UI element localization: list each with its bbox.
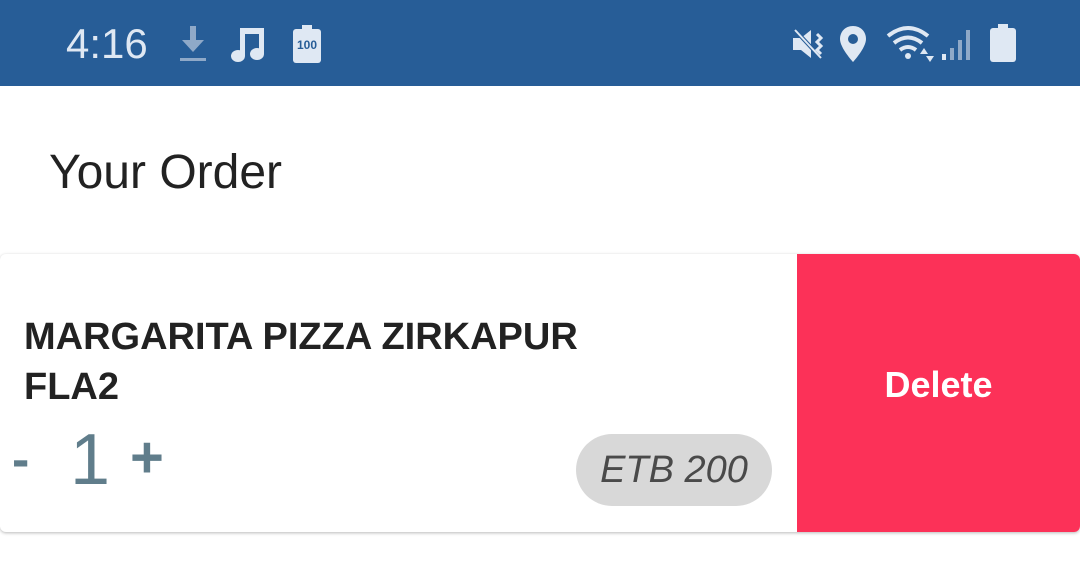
battery-icon [990, 24, 1016, 62]
item-name: MARGARITA PIZZA ZIRKAPUR FLA2 [24, 316, 578, 408]
delete-button[interactable]: Delete [797, 254, 1080, 532]
signal-icon [942, 30, 970, 60]
quantity-value: 1 [70, 420, 111, 500]
mute-icon [793, 28, 824, 60]
order-item-card: MARGARITA PIZZA ZIRKAPUR FLA2 - 1 + ETB … [0, 254, 1080, 532]
location-icon [840, 26, 866, 62]
delete-button-label: Delete [884, 364, 993, 405]
download-icon [180, 26, 206, 61]
status-bar: 4:16 100 [0, 0, 1080, 86]
price-badge: ETB 200 [576, 434, 772, 506]
battery-100-label: 100 [296, 38, 318, 52]
status-time: 4:16 [66, 20, 148, 67]
quantity-decrease-button[interactable]: - [12, 430, 29, 490]
music-note-icon [231, 28, 264, 62]
quantity-increase-button[interactable]: + [130, 426, 164, 490]
battery-100-icon: 100 [293, 25, 321, 63]
page-title: Your Order [49, 146, 283, 199]
wifi-icon [886, 26, 934, 62]
